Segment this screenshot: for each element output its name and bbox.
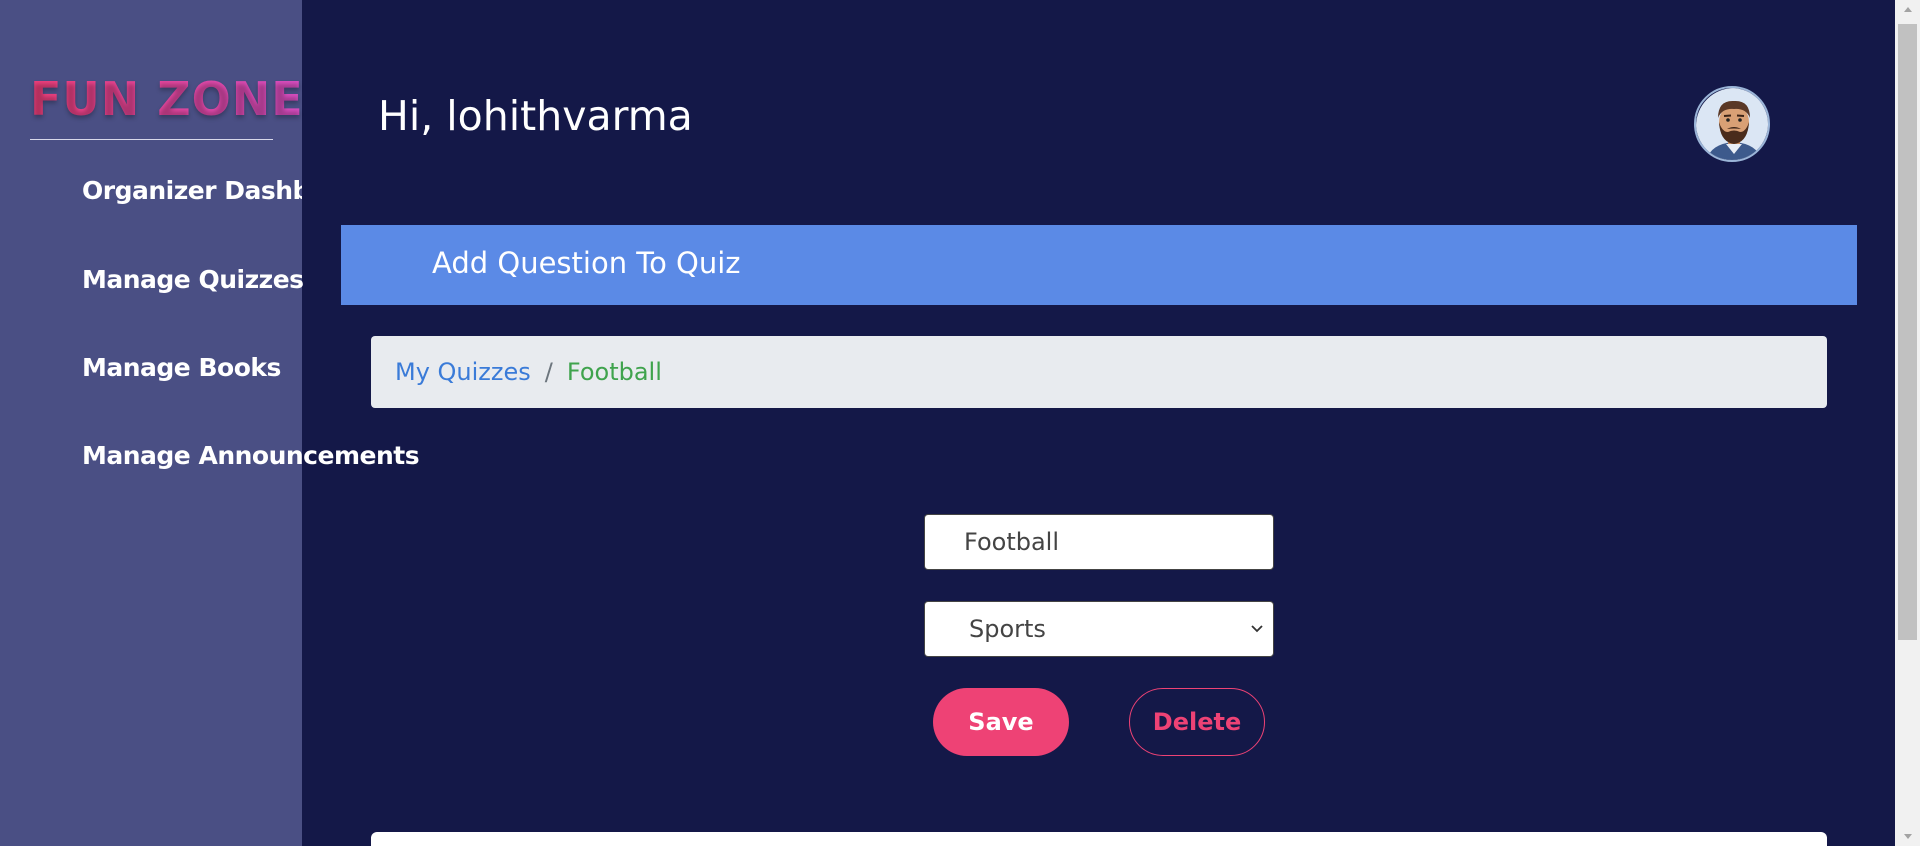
sidebar-item-manage-quizzes[interactable]: Manage Quizzes — [82, 265, 304, 294]
page-header-bar: Add Question To Quiz — [341, 225, 1857, 305]
page-scrollbar[interactable] — [1895, 0, 1920, 846]
chevron-down-icon — [1251, 625, 1263, 633]
sidebar-item-organizer-dashboard[interactable]: Organizer Dashboard — [82, 176, 302, 205]
delete-button[interactable]: Delete — [1129, 688, 1265, 756]
sidebar-item-manage-announcements[interactable]: Manage Announcements — [82, 441, 420, 470]
quiz-name-input[interactable] — [924, 514, 1274, 570]
question-card — [371, 832, 1827, 846]
bearded-man-avatar-icon — [1696, 88, 1768, 160]
save-button[interactable]: Save — [933, 688, 1069, 756]
breadcrumb-current: Football — [566, 358, 662, 386]
scroll-up-arrow-icon[interactable] — [1895, 0, 1920, 18]
category-select[interactable]: Sports — [924, 601, 1274, 657]
user-greeting: Hi, lohithvarma — [378, 92, 693, 140]
breadcrumb-link-my-quizzes[interactable]: My Quizzes — [395, 358, 531, 386]
category-select-value: Sports — [969, 615, 1046, 643]
avatar[interactable] — [1694, 86, 1770, 162]
scrollbar-thumb[interactable] — [1898, 24, 1917, 640]
sidebar-nav-clip: Organizer Dashboard — [0, 0, 302, 846]
sidebar-item-manage-books[interactable]: Manage Books — [82, 353, 281, 382]
scroll-down-arrow-icon[interactable] — [1895, 828, 1920, 846]
breadcrumb: My Quizzes / Football — [371, 336, 1827, 408]
page-title: Add Question To Quiz — [432, 246, 741, 280]
breadcrumb-separator: / — [544, 358, 553, 386]
